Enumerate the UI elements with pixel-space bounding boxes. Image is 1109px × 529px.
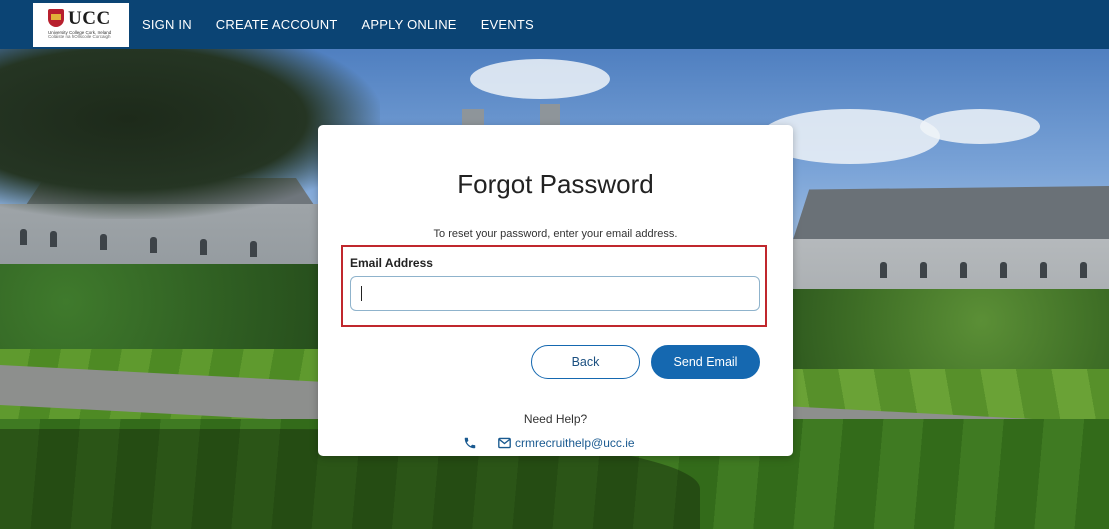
crest-icon (48, 9, 64, 28)
nav-apply-online[interactable]: APPLY ONLINE (362, 17, 457, 32)
instruction-text: To reset your password, enter your email… (433, 228, 678, 240)
nav-sign-in[interactable]: SIGN IN (142, 17, 192, 32)
email-label: Email Address (350, 256, 433, 270)
help-email-link[interactable]: crmrecruithelp@ucc.ie (515, 436, 635, 450)
send-email-button[interactable]: Send Email (651, 345, 760, 379)
logo-text: UCC (68, 7, 111, 29)
top-navigation-bar: UCC University College Cork, Ireland Col… (0, 0, 1109, 49)
main-nav: SIGN IN CREATE ACCOUNT APPLY ONLINE EVEN… (142, 17, 558, 32)
forgot-password-dialog: Forgot Password To reset your password, … (318, 125, 793, 456)
nav-create-account[interactable]: CREATE ACCOUNT (216, 17, 338, 32)
email-input[interactable] (350, 276, 760, 311)
envelope-icon (498, 437, 511, 449)
back-button[interactable]: Back (531, 345, 640, 379)
ucc-logo[interactable]: UCC University College Cork, Ireland Col… (33, 2, 129, 47)
phone-icon[interactable] (463, 436, 477, 450)
logo-subtitle-irish: Coláiste na hOllscoile Corcaigh (48, 34, 111, 40)
contact-row: crmrecruithelp@ucc.ie (463, 434, 635, 452)
logo-row: UCC (48, 9, 111, 28)
nav-events[interactable]: EVENTS (481, 17, 534, 32)
need-help-heading: Need Help? (523, 412, 588, 426)
page-title: Forgot Password (457, 169, 654, 199)
text-cursor (361, 286, 362, 301)
